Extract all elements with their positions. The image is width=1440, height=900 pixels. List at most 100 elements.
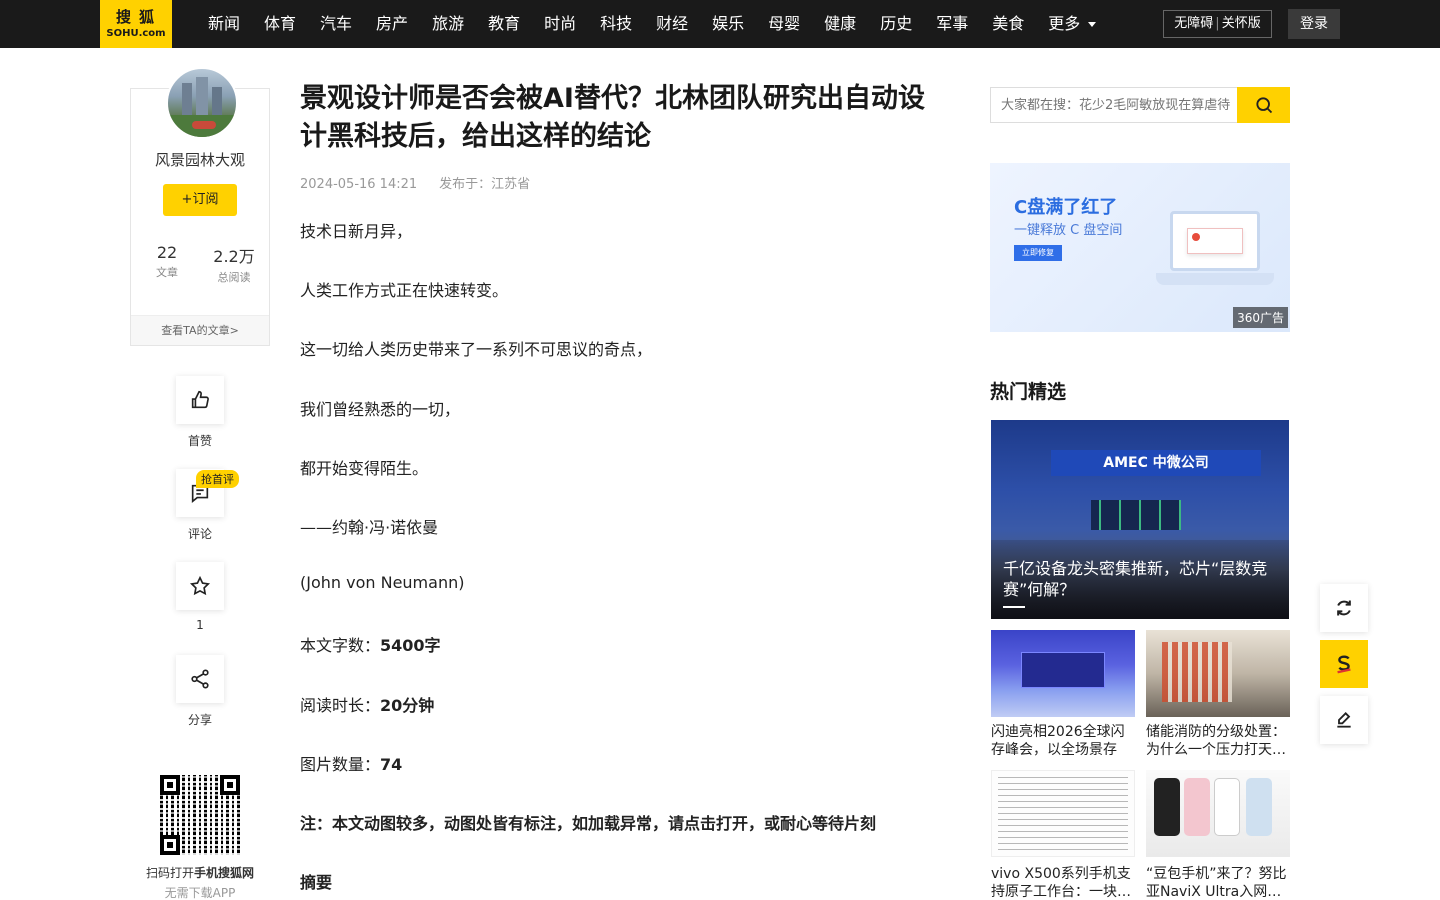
- phone-illustration: [1246, 778, 1272, 836]
- login-button[interactable]: 登录: [1288, 9, 1340, 39]
- word-count: 本文字数：5400字: [300, 632, 441, 656]
- nav-item-food[interactable]: 美食: [992, 0, 1024, 48]
- nav-more-dropdown[interactable]: 更多: [1048, 0, 1097, 48]
- logo-latin: SOHU.com: [106, 28, 166, 39]
- hot-item-thumbnail[interactable]: [991, 770, 1135, 857]
- nav-item-tech[interactable]: 科技: [600, 0, 632, 48]
- star-icon: [189, 575, 211, 596]
- search-box: [990, 87, 1290, 123]
- view-author-articles-link[interactable]: 查看TA的文章>: [131, 315, 269, 345]
- hot-picks-heading: 热门精选: [990, 381, 1067, 403]
- hot-item-caption[interactable]: “豆包手机”来了？努比亚NaviX Ultra入网…: [1146, 865, 1290, 900]
- article-paragraph: 人类工作方式正在快速转变。: [300, 281, 509, 300]
- care-mode-label: 关怀版: [1221, 16, 1261, 31]
- favorite-button[interactable]: [176, 562, 224, 610]
- accessibility-toggle[interactable]: 无障碍 | 关怀版: [1163, 10, 1272, 38]
- read-time-value: 20分钟: [380, 696, 435, 715]
- feedback-button[interactable]: [1320, 696, 1368, 744]
- hot-item-caption[interactable]: 闪迪亮相2026全球闪存峰会，以全场景存力…: [991, 723, 1135, 759]
- stat-articles-label: 文章: [156, 266, 178, 279]
- article-note: 注：本文动图较多，动图处皆有标注，如加载异常，请点击打开，或耐心等待片刻: [300, 810, 876, 834]
- laptop-illustration: [1170, 211, 1260, 271]
- nav-item-history[interactable]: 历史: [880, 0, 912, 48]
- article-quote-author-en: (John von Neumann): [300, 573, 465, 592]
- nav-item-health[interactable]: 健康: [824, 0, 856, 48]
- share-label: 分享: [187, 713, 212, 727]
- qr-finder: [160, 835, 180, 855]
- stage-screen: [1021, 652, 1105, 688]
- image-count-label: 图片数量：: [300, 755, 381, 774]
- nav-item-baby[interactable]: 母婴: [768, 0, 800, 48]
- avatar-building: [182, 83, 192, 117]
- subscribe-button[interactable]: +订阅: [163, 184, 237, 216]
- like-label: 首赞: [187, 434, 212, 448]
- phone-illustration: [1214, 778, 1240, 836]
- sohu-s-icon: [1337, 655, 1351, 674]
- like-button[interactable]: [176, 376, 224, 424]
- search-icon: [1255, 97, 1272, 114]
- ad-cta-button[interactable]: 立即修复: [1014, 245, 1062, 261]
- nav-item-fashion[interactable]: 时尚: [544, 0, 576, 48]
- ad-banner[interactable]: C盘满了红了 一键释放 C 盘空间 立即修复 360广告: [990, 163, 1290, 332]
- refresh-button[interactable]: [1320, 584, 1368, 632]
- sohu-logo[interactable]: 搜狐 SOHU.com: [100, 0, 172, 48]
- word-count-label: 本文字数：: [300, 636, 381, 655]
- favorite-action[interactable]: 1: [176, 562, 224, 632]
- channel-nav: 新闻 体育 汽车 房产 旅游 教育 时尚 科技 财经 娱乐 母婴 健康 历史 军…: [208, 0, 1097, 48]
- article-paragraph: 都开始变得陌生。: [300, 459, 429, 478]
- nav-item-military[interactable]: 军事: [936, 0, 968, 48]
- avatar-building: [196, 77, 208, 117]
- stat-articles: 22 文章: [147, 243, 187, 280]
- author-card: 风景园林大观 +订阅 22 文章 2.2万 总阅读 查看TA的文章>: [130, 67, 270, 346]
- comment-action[interactable]: 抢首评 评论: [176, 469, 239, 542]
- nav-item-auto[interactable]: 汽车: [320, 0, 352, 48]
- hot-item-thumbnail[interactable]: [1146, 770, 1290, 857]
- phone-illustration: [1154, 778, 1180, 836]
- favorite-count: 1: [196, 618, 204, 632]
- qr-code: [160, 775, 240, 855]
- nav-item-entertainment[interactable]: 娱乐: [712, 0, 744, 48]
- share-button[interactable]: [176, 655, 224, 703]
- qr-subcaption: 无需下载APP: [164, 886, 236, 900]
- top-nav-bar: 搜狐 SOHU.com 新闻 体育 汽车 房产 旅游 教育 时尚 科技 财经 娱…: [0, 0, 1440, 48]
- qr-finder: [160, 775, 180, 795]
- hot-item-thumbnail[interactable]: [1146, 630, 1290, 717]
- qr-finder: [220, 775, 240, 795]
- publish-time: 2024-05-16 14:21: [300, 177, 418, 192]
- nav-item-sports[interactable]: 体育: [264, 0, 296, 48]
- sohu-app-button[interactable]: [1320, 640, 1368, 688]
- nav-item-house[interactable]: 房产: [376, 0, 408, 48]
- nav-item-education[interactable]: 教育: [488, 0, 520, 48]
- hot-item-thumbnail[interactable]: [991, 630, 1135, 717]
- nav-item-travel[interactable]: 旅游: [432, 0, 464, 48]
- ad-tag: 360广告: [1233, 307, 1288, 328]
- equipment-rack: [1162, 642, 1232, 702]
- hot-item-caption[interactable]: vivo X500系列手机支持原子工作台：一块…: [991, 865, 1135, 900]
- avatar[interactable]: [166, 67, 238, 139]
- nav-item-finance[interactable]: 财经: [656, 0, 688, 48]
- share-icon: [191, 669, 209, 689]
- article-paragraph: 技术日新月异，: [300, 222, 413, 241]
- phone-illustration: [1184, 778, 1210, 836]
- document-lines: [998, 777, 1128, 851]
- search-input[interactable]: [991, 88, 1237, 122]
- stat-total-reads: 2.2万 总阅读: [209, 243, 259, 285]
- image-count-value: 74: [380, 755, 403, 774]
- expo-sign: AMEC 中微公司: [1051, 450, 1261, 476]
- share-action[interactable]: 分享: [176, 655, 224, 728]
- thumbs-up-icon: [191, 390, 209, 409]
- article-meta: 2024-05-16 14:21 发布于：江苏省: [300, 173, 530, 192]
- logo-chinese: 搜狐: [115, 8, 162, 26]
- qr-caption-site: 手机搜狐网: [194, 866, 255, 880]
- qr-caption-prefix: 扫码打开: [145, 866, 194, 880]
- like-action[interactable]: 首赞: [176, 376, 224, 449]
- article-note-text: 注：本文动图较多，动图处皆有标注，如加载异常，请点击打开，或耐心等待片刻: [300, 814, 877, 833]
- article-paragraph: 我们曾经熟悉的一切，: [300, 400, 461, 419]
- hot-item-caption[interactable]: 储能消防的分级处置：为什么一个压力打天…: [1146, 723, 1290, 759]
- author-name[interactable]: 风景园林大观: [131, 149, 269, 170]
- search-button[interactable]: [1237, 87, 1290, 123]
- hot-main-card[interactable]: AMEC 中微公司 千亿设备龙头密集推新，芯片“层数竞赛”何解？: [991, 420, 1289, 619]
- nav-item-news[interactable]: 新闻: [208, 0, 240, 48]
- image-count: 图片数量：74: [300, 751, 402, 775]
- qr-caption: 扫码打开手机搜狐网: [130, 864, 270, 881]
